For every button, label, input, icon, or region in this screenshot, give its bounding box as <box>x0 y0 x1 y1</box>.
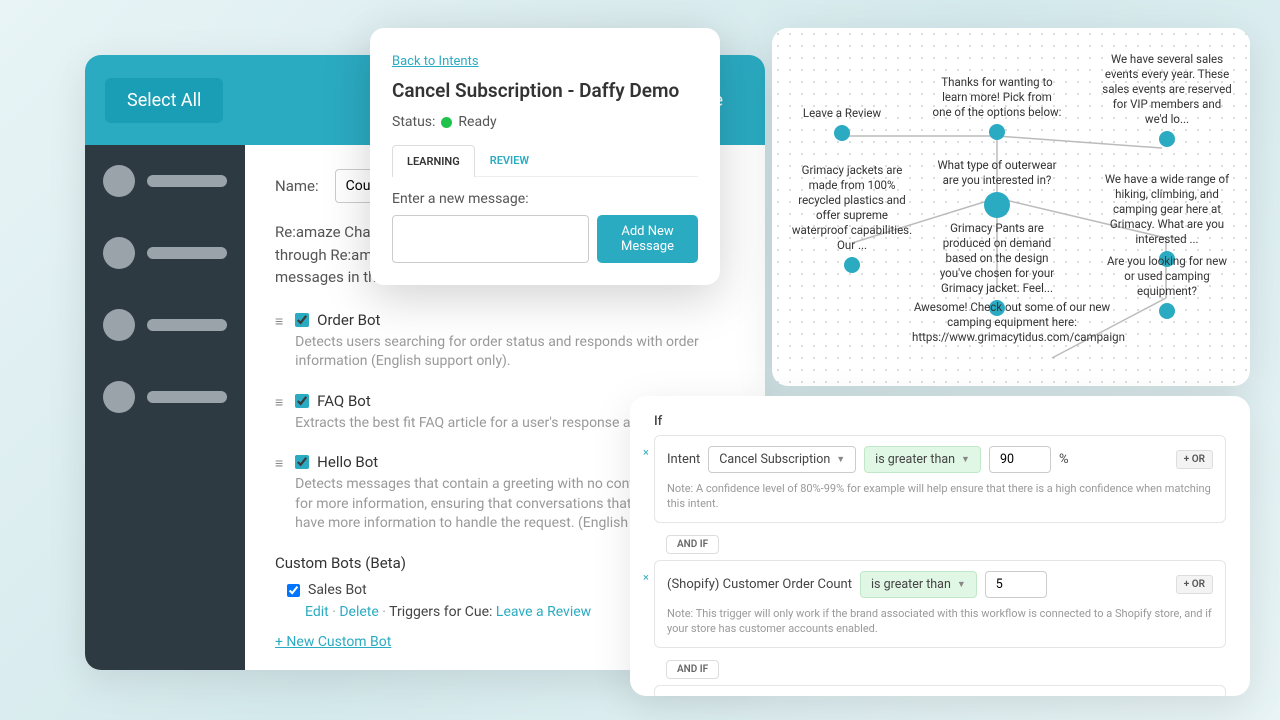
flow-node[interactable]: Thanks for wanting to learn more! Pick f… <box>932 75 1062 144</box>
flow-node[interactable]: Are you looking for new or used camping … <box>1102 254 1232 323</box>
drag-handle-icon[interactable]: ≡ <box>275 394 283 434</box>
back-to-intents-link[interactable]: Back to Intents <box>392 54 479 69</box>
tab-learning[interactable]: LEARNING <box>392 145 475 177</box>
sidebar-item[interactable] <box>85 217 245 289</box>
percent-label: % <box>1059 452 1069 467</box>
name-label: Name: <box>275 177 319 195</box>
flowchart-panel: Leave a Review Thanks for wanting to lea… <box>772 28 1250 386</box>
drag-handle-icon[interactable]: ≡ <box>275 313 283 372</box>
close-icon[interactable]: × <box>643 571 649 584</box>
bot-checkbox[interactable] <box>295 394 309 408</box>
value-input[interactable] <box>989 446 1051 473</box>
condition-block: × Intent Cancel Subscription▼ is greater… <box>654 435 1226 523</box>
sidebar-item[interactable] <box>85 145 245 217</box>
bot-checkbox[interactable] <box>295 313 309 327</box>
condition-block: × (Shopify) Customer Order Count is grea… <box>654 560 1226 648</box>
sidebar <box>85 145 245 670</box>
bot-checkbox[interactable] <box>295 455 309 469</box>
and-if-badge: AND IF <box>666 660 719 679</box>
value-input[interactable] <box>985 571 1047 598</box>
bot-title: FAQ Bot <box>317 392 371 410</box>
and-if-badge: AND IF <box>666 535 719 554</box>
sidebar-item[interactable] <box>85 361 245 433</box>
bot-desc: Detects users searching for order status… <box>295 333 735 372</box>
delete-link[interactable]: Delete <box>339 604 378 620</box>
new-message-input[interactable] <box>392 215 589 263</box>
select-all-button[interactable]: Select All <box>105 78 223 123</box>
operator-select[interactable]: is greater than▼ <box>860 571 977 598</box>
operator-select[interactable]: is greater than▼ <box>864 446 981 473</box>
flow-node[interactable]: What type of outerwear are you intereste… <box>932 158 1062 222</box>
condition-block: × Customer Email Address contains▼ + OR <box>654 685 1226 696</box>
flow-node[interactable]: We have several sales events every year.… <box>1102 52 1232 151</box>
message-label: Enter a new message: <box>392 191 698 207</box>
drag-handle-icon[interactable]: ≡ <box>275 455 283 534</box>
intent-modal: Back to Intents Cancel Subscription - Da… <box>370 28 720 285</box>
bot-title: Order Bot <box>317 311 380 329</box>
field-label: (Shopify) Customer Order Count <box>667 577 852 592</box>
intent-select[interactable]: Cancel Subscription▼ <box>708 446 856 473</box>
if-label: If <box>654 414 1226 429</box>
flow-node[interactable]: Leave a Review <box>777 106 907 145</box>
status-dot-icon <box>441 117 452 128</box>
flow-node[interactable]: Awesome! Check out some of our new campi… <box>912 300 1112 345</box>
flow-node[interactable]: Grimacy jackets are made from 100% recyc… <box>787 163 917 277</box>
edit-link[interactable]: Edit <box>305 604 329 620</box>
add-or-button[interactable]: + OR <box>1176 450 1213 469</box>
note-text: Note: This trigger will only work if the… <box>667 606 1213 637</box>
status-value: Ready <box>458 114 496 130</box>
close-icon[interactable]: × <box>643 446 649 459</box>
bot-title: Hello Bot <box>317 453 378 471</box>
trigger-link[interactable]: Leave a Review <box>496 604 591 620</box>
triggers-prefix: Triggers for Cue: <box>389 604 492 620</box>
note-text: Note: A confidence level of 80%-99% for … <box>667 481 1213 512</box>
sales-bot-checkbox[interactable] <box>287 584 300 597</box>
status-label: Status: <box>392 114 435 130</box>
add-new-message-button[interactable]: Add New Message <box>597 215 698 263</box>
rules-panel: If × Intent Cancel Subscription▼ is grea… <box>630 396 1250 696</box>
field-label: Intent <box>667 452 700 467</box>
modal-title: Cancel Subscription - Daffy Demo <box>392 79 698 102</box>
sidebar-item[interactable] <box>85 289 245 361</box>
sales-bot-label: Sales Bot <box>308 582 367 598</box>
tab-review[interactable]: REVIEW <box>475 144 544 176</box>
add-or-button[interactable]: + OR <box>1176 575 1213 594</box>
